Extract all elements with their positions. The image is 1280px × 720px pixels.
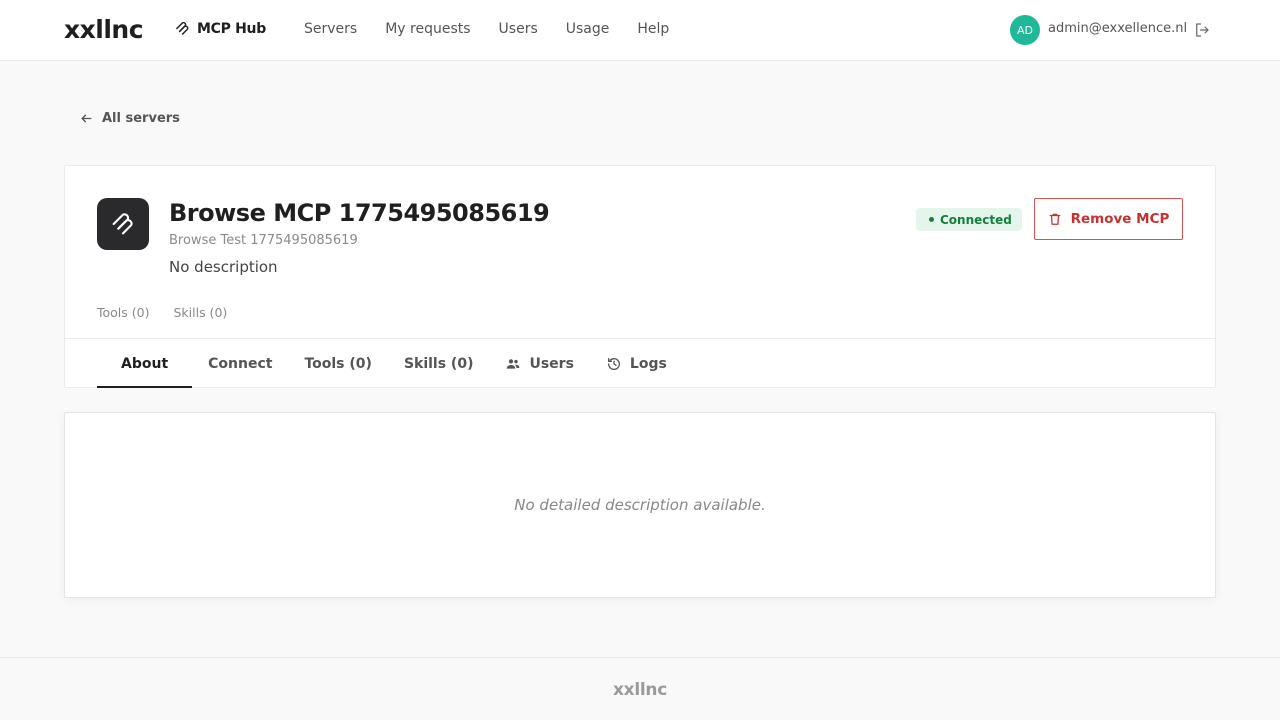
remove-mcp-button[interactable]: Remove MCP — [1034, 198, 1183, 240]
nav-servers[interactable]: Servers — [304, 21, 357, 37]
tab-connect-label: Connect — [208, 355, 273, 372]
users-icon — [507, 358, 520, 369]
trash-icon — [1049, 213, 1060, 225]
tab-bar: About Connect Tools (0) Skills (0) Users — [97, 339, 683, 388]
mcp-hub-brand[interactable]: MCP Hub — [174, 20, 266, 37]
nav-users[interactable]: Users — [499, 21, 538, 37]
nav-usage[interactable]: Usage — [566, 21, 610, 37]
main-nav: Servers My requests Users Usage Help — [304, 21, 669, 37]
remove-mcp-label: Remove MCP — [1070, 211, 1170, 227]
tab-logs[interactable]: Logs — [590, 339, 683, 388]
status-dot — [929, 217, 934, 222]
status-label: Connected — [940, 212, 1012, 227]
tools-count: Tools (0) — [97, 305, 150, 320]
logout-icon[interactable] — [1193, 21, 1211, 39]
tab-about-label: About — [121, 355, 169, 372]
tab-about[interactable]: About — [97, 339, 193, 388]
user-email: admin@exxellence.nl — [1048, 21, 1188, 36]
status-badge: Connected — [916, 208, 1022, 231]
empty-description-text: No detailed description available. — [514, 496, 766, 514]
footer: xxllnc — [0, 657, 1280, 720]
mcp-logo-icon — [176, 21, 189, 35]
page-title: Browse MCP 1775495085619 — [169, 199, 550, 227]
server-card: Browse MCP 1775495085619 Browse Test 177… — [64, 165, 1216, 388]
avatar[interactable]: AD — [1010, 15, 1040, 45]
hub-label: MCP Hub — [197, 20, 266, 37]
about-panel: No detailed description available. — [64, 412, 1216, 598]
top-navbar: xxllnc MCP Hub Servers My requests Users… — [0, 0, 1280, 61]
server-logo — [97, 198, 149, 250]
history-icon — [607, 357, 620, 370]
arrow-left-icon — [81, 114, 92, 123]
back-label: All servers — [102, 111, 180, 126]
nav-help[interactable]: Help — [637, 21, 669, 37]
tab-connect[interactable]: Connect — [192, 339, 288, 388]
footer-logo: xxllnc — [613, 680, 667, 700]
mcp-server-icon — [112, 213, 133, 235]
tab-users[interactable]: Users — [489, 339, 589, 388]
server-counts: Tools (0) Skills (0) — [97, 305, 227, 320]
tab-skills-label: Skills (0) — [403, 355, 474, 372]
tab-logs-label: Logs — [629, 355, 667, 372]
server-subtitle: Browse Test 1775495085619 — [169, 233, 358, 248]
back-to-all-servers[interactable]: All servers — [80, 111, 180, 126]
tab-tools[interactable]: Tools (0) — [288, 339, 387, 388]
skills-count: Skills (0) — [173, 305, 228, 320]
tab-users-label: Users — [529, 355, 574, 372]
server-description: No description — [169, 258, 278, 276]
tab-skills[interactable]: Skills (0) — [388, 339, 490, 388]
tab-tools-label: Tools (0) — [304, 355, 372, 372]
xxllnc-logo[interactable]: xxllnc — [64, 17, 144, 43]
nav-my-requests[interactable]: My requests — [385, 21, 470, 37]
